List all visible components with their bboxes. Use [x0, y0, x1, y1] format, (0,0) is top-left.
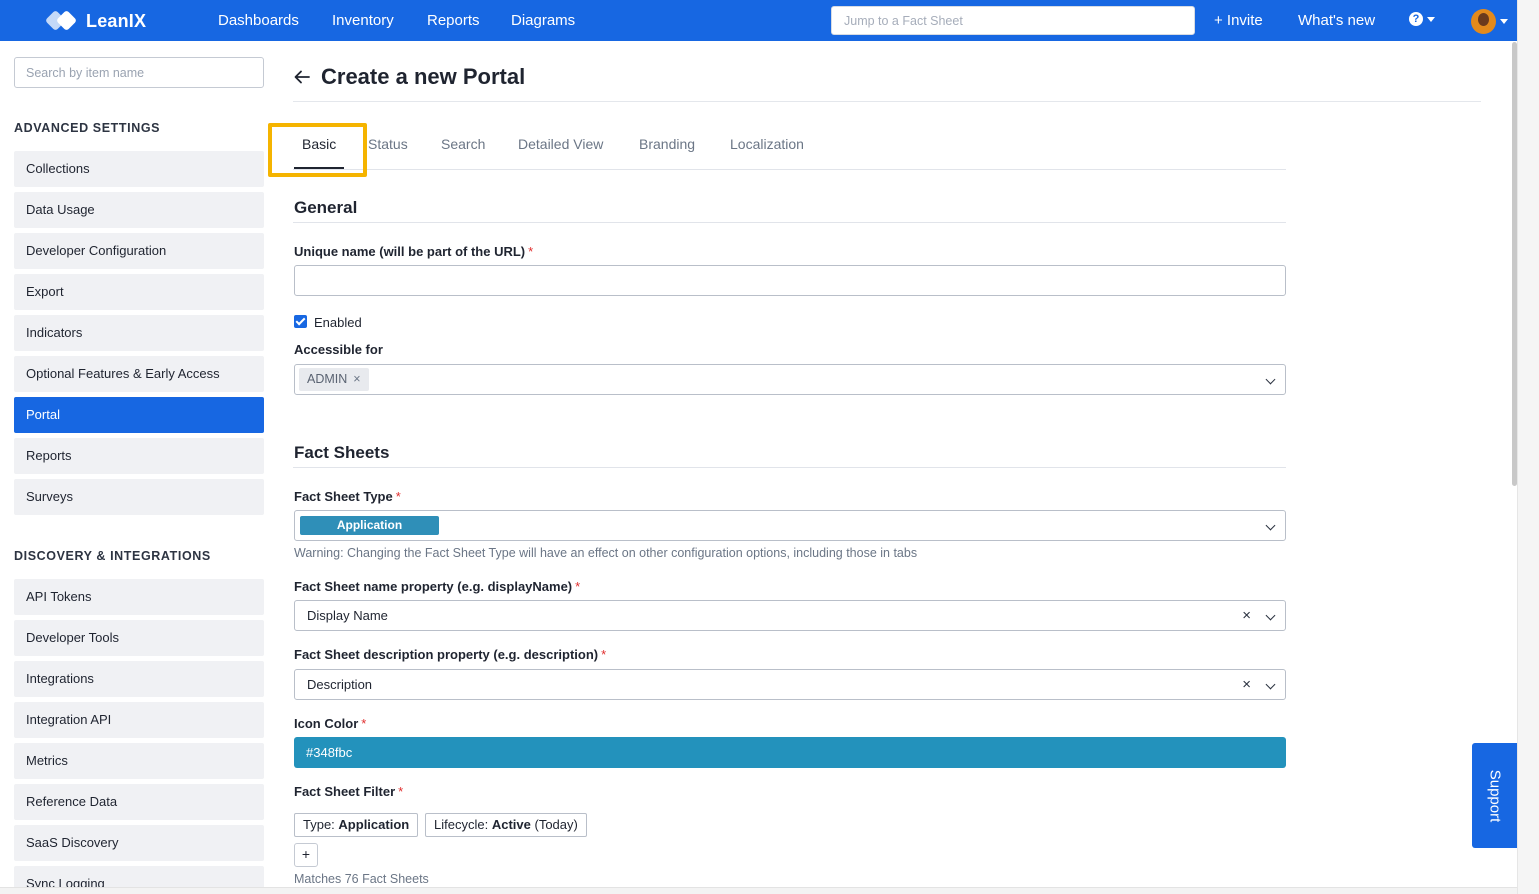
- sidebar-item-surveys[interactable]: Surveys: [14, 479, 264, 515]
- avatar: [1471, 9, 1496, 34]
- whats-new-button[interactable]: What's new: [1298, 12, 1375, 29]
- name-property-value: Display Name: [307, 608, 388, 623]
- fact-sheets-heading: Fact Sheets: [294, 443, 390, 462]
- back-arrow-icon[interactable]: [292, 67, 312, 87]
- chevron-down-icon[interactable]: [1265, 610, 1276, 621]
- accessible-for-label: Accessible for: [294, 342, 383, 357]
- required-mark: *: [601, 647, 607, 662]
- required-mark: *: [528, 244, 534, 259]
- chevron-down-icon[interactable]: [1265, 679, 1276, 690]
- discovery-integrations-heading: DISCOVERY & INTEGRATIONS: [14, 549, 211, 563]
- sidebar-item-reports[interactable]: Reports: [14, 438, 264, 474]
- general-heading: General: [294, 198, 358, 217]
- user-menu[interactable]: [1471, 9, 1508, 34]
- chevron-down-icon[interactable]: [1265, 374, 1276, 385]
- nav-inventory[interactable]: Inventory: [332, 12, 394, 29]
- sidebar-item-portal[interactable]: Portal: [14, 397, 264, 433]
- tab-branding[interactable]: Branding: [639, 136, 695, 152]
- matches-count: Matches 76 Fact Sheets: [294, 872, 429, 886]
- icon-color-label: Icon Color *: [294, 716, 367, 731]
- nav-diagrams[interactable]: Diagrams: [511, 12, 575, 29]
- divider: [293, 222, 1286, 223]
- chevron-down-icon: [1500, 19, 1508, 24]
- unique-name-label: Unique name (will be part of the URL) *: [294, 244, 534, 259]
- required-mark: *: [575, 579, 581, 594]
- sidebar-item-collections[interactable]: Collections: [14, 151, 264, 187]
- sidebar-item-developer-configuration[interactable]: Developer Configuration: [14, 233, 264, 269]
- fact-sheet-type-warning: Warning: Changing the Fact Sheet Type wi…: [294, 546, 918, 560]
- enabled-checkbox[interactable]: [294, 315, 307, 328]
- help-icon: ?: [1409, 12, 1423, 26]
- sidebar-item-reference-data[interactable]: Reference Data: [14, 784, 264, 820]
- icon-color-input[interactable]: #348fbc: [294, 737, 1286, 768]
- chevron-down-icon[interactable]: [1265, 520, 1276, 531]
- page-scrollbar-track: [1517, 0, 1539, 894]
- sidebar-item-developer-tools[interactable]: Developer Tools: [14, 620, 264, 656]
- tab-detailed-view[interactable]: Detailed View: [518, 136, 603, 152]
- sidebar-item-saas-discovery[interactable]: SaaS Discovery: [14, 825, 264, 861]
- description-property-value: Description: [307, 677, 373, 692]
- chevron-down-icon: [1427, 16, 1435, 22]
- filter-chip-lifecycle[interactable]: Lifecycle: Active (Today): [425, 813, 587, 837]
- support-button[interactable]: Support: [1472, 743, 1517, 848]
- description-property-select[interactable]: Description ×: [294, 669, 1286, 700]
- name-property-label: Fact Sheet name property (e.g. displayNa…: [294, 579, 581, 594]
- accessible-for-select[interactable]: ADMIN ×: [294, 364, 1286, 395]
- fact-sheet-type-label: Fact Sheet Type *: [294, 489, 401, 504]
- required-mark: *: [398, 784, 404, 799]
- page-scrollbar-thumb[interactable]: [1512, 42, 1517, 486]
- clear-icon[interactable]: ×: [1242, 607, 1251, 624]
- fact-sheet-filter-label: Fact Sheet Filter *: [294, 784, 404, 799]
- tab-localization[interactable]: Localization: [730, 136, 804, 152]
- divider: [293, 101, 1481, 102]
- fact-sheet-type-select[interactable]: Application: [294, 510, 1286, 541]
- sidebar-item-data-usage[interactable]: Data Usage: [14, 192, 264, 228]
- sidebar-item-optional-features[interactable]: Optional Features & Early Access: [14, 356, 264, 392]
- enabled-label: Enabled: [314, 315, 362, 330]
- tab-search[interactable]: Search: [441, 136, 485, 152]
- nav-reports[interactable]: Reports: [427, 12, 480, 29]
- advanced-settings-heading: ADVANCED SETTINGS: [14, 121, 161, 135]
- sidebar-search-input[interactable]: [14, 57, 264, 88]
- sidebar-item-export[interactable]: Export: [14, 274, 264, 310]
- unique-name-input[interactable]: [294, 265, 1286, 296]
- sidebar: ADVANCED SETTINGS Collections Data Usage…: [0, 0, 280, 887]
- highlight-box: [268, 123, 367, 177]
- sidebar-item-metrics[interactable]: Metrics: [14, 743, 264, 779]
- sidebar-item-indicators[interactable]: Indicators: [14, 315, 264, 351]
- add-filter-button[interactable]: +: [294, 843, 318, 867]
- remove-tag-icon[interactable]: ×: [353, 372, 360, 386]
- page-title: Create a new Portal: [321, 64, 526, 89]
- help-menu[interactable]: ?: [1409, 12, 1435, 26]
- jump-to-fact-sheet-input[interactable]: [831, 6, 1195, 35]
- tabs-divider: [293, 169, 1286, 170]
- filter-chip-type[interactable]: Type: Application: [294, 813, 419, 837]
- sidebar-item-sync-logging[interactable]: Sync Logging: [14, 866, 264, 887]
- name-property-select[interactable]: Display Name ×: [294, 600, 1286, 631]
- tab-status[interactable]: Status: [368, 136, 408, 152]
- divider: [293, 467, 1286, 468]
- clear-icon[interactable]: ×: [1242, 676, 1251, 693]
- window-bottom-edge: [0, 887, 1517, 894]
- admin-tag: ADMIN ×: [299, 368, 369, 391]
- sidebar-item-integrations[interactable]: Integrations: [14, 661, 264, 697]
- sidebar-item-integration-api[interactable]: Integration API: [14, 702, 264, 738]
- fact-sheet-type-chip: Application: [300, 516, 439, 535]
- sidebar-item-api-tokens[interactable]: API Tokens: [14, 579, 264, 615]
- required-mark: *: [395, 489, 401, 504]
- required-mark: *: [361, 716, 367, 731]
- invite-button[interactable]: + Invite: [1214, 12, 1263, 29]
- description-property-label: Fact Sheet description property (e.g. de…: [294, 647, 607, 662]
